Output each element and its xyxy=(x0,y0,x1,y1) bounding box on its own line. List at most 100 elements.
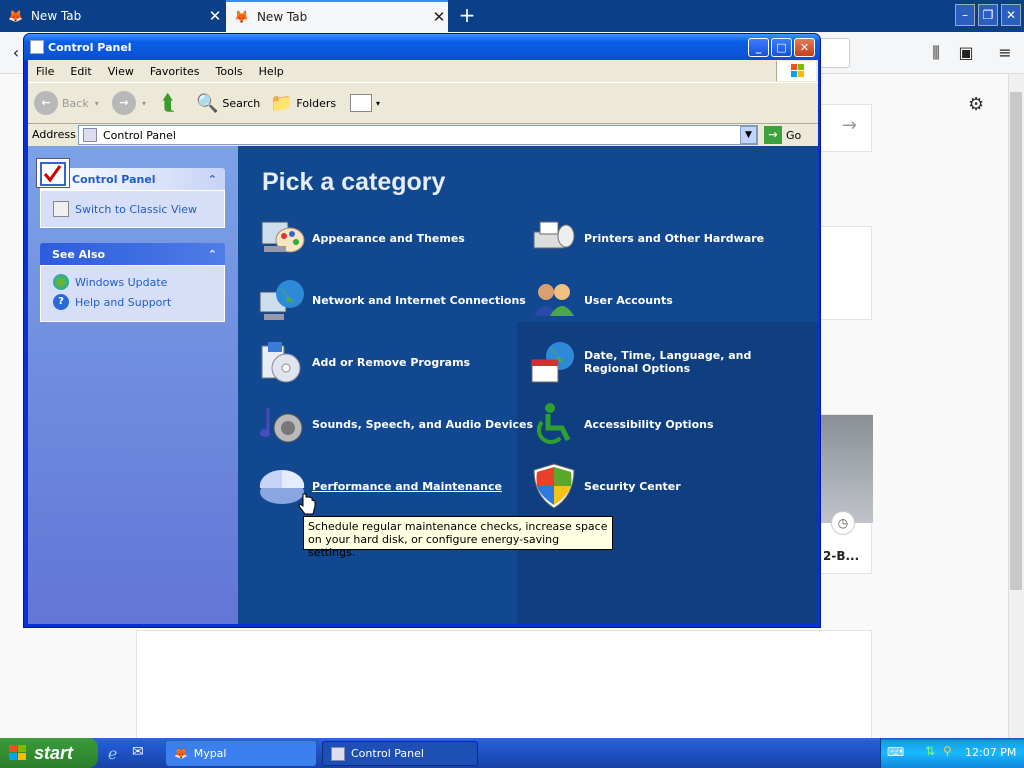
window-title-bar[interactable]: Control Panel xyxy=(24,34,820,60)
category-user-accounts[interactable]: User Accounts xyxy=(530,276,673,324)
library-icon[interactable]: ⫼ xyxy=(924,41,948,65)
menu-bar: File Edit View Favorites Tools Help xyxy=(28,60,818,82)
security-shield-icon xyxy=(530,462,578,510)
back-arrow-icon: ← xyxy=(34,91,58,115)
category-security-center[interactable]: Security Center xyxy=(530,462,681,510)
network-internet-icon xyxy=(258,276,306,324)
menu-file[interactable]: File xyxy=(28,65,62,78)
taskbar-item-label: Control Panel xyxy=(351,747,424,760)
forward-button[interactable]: → ▾ xyxy=(112,88,146,118)
close-button[interactable]: ✕ xyxy=(794,38,815,57)
up-folder-button[interactable]: ⮬ xyxy=(162,88,175,118)
address-dropdown-icon[interactable]: ▼ xyxy=(740,126,757,144)
category-add-remove-programs[interactable]: Add or Remove Programs xyxy=(258,338,470,386)
menu-edit[interactable]: Edit xyxy=(62,65,99,78)
sounds-audio-label: Sounds, Speech, and Audio Devices xyxy=(312,417,534,431)
menu-tools[interactable]: Tools xyxy=(208,65,251,78)
category-printers-hardware[interactable]: Printers and Other Hardware xyxy=(530,214,764,262)
search-label: Search xyxy=(222,96,261,110)
address-value: Control Panel xyxy=(103,128,176,142)
mypal-icon: 🦊 xyxy=(174,747,188,760)
search-button[interactable]: 🔍 Search xyxy=(196,88,260,118)
menu-favorites[interactable]: Favorites xyxy=(142,65,208,78)
category-network-internet[interactable]: Network and Internet Connections xyxy=(258,276,526,324)
new-tab-button[interactable]: + xyxy=(456,4,478,26)
maximize-button[interactable]: □ xyxy=(771,38,792,57)
search-icon: 🔍 xyxy=(196,92,219,114)
menu-help[interactable]: Help xyxy=(251,65,292,78)
chevron-down-icon: ▾ xyxy=(94,98,99,108)
see-also-header[interactable]: See Also ⌃ xyxy=(40,243,225,265)
appearance-themes-label: Appearance and Themes xyxy=(312,231,465,245)
task-box-body: Switch to Classic View xyxy=(40,190,225,228)
folders-button[interactable]: 📁 Folders xyxy=(270,88,336,118)
taskbar xyxy=(0,738,1024,768)
browser-scrollbar-thumb[interactable] xyxy=(1010,92,1022,590)
sounds-audio-icon xyxy=(258,400,306,448)
printers-hardware-label: Printers and Other Hardware xyxy=(584,231,765,245)
windows-update-link[interactable]: Windows Update xyxy=(41,272,224,292)
category-accessibility-options[interactable]: Accessibility Options xyxy=(530,400,714,448)
see-also-body: Windows Update ? Help and Support xyxy=(40,265,225,322)
category-appearance-themes[interactable]: Appearance and Themes xyxy=(258,214,465,262)
taskbar-item-mypal[interactable]: 🦊 Mypal xyxy=(166,741,316,766)
switch-classic-view-label: Switch to Classic View xyxy=(75,202,198,216)
task-box-title: Control Panel xyxy=(72,172,156,186)
category-sounds-speech-audio[interactable]: Sounds, Speech, and Audio Devices xyxy=(258,400,533,448)
hand-cursor-icon xyxy=(298,492,316,519)
globe-icon xyxy=(53,274,69,290)
menu-icon[interactable]: ≡ xyxy=(993,41,1017,65)
category-date-time-language[interactable]: Date, Time, Language, and Regional Optio… xyxy=(530,338,800,386)
browser-minimize-button[interactable]: – xyxy=(955,4,975,26)
keyboard-icon[interactable]: ⌨ xyxy=(887,745,904,759)
go-button[interactable]: → Go xyxy=(764,126,801,144)
sidebar-icon[interactable]: ▣ xyxy=(954,41,978,65)
top-site-tile[interactable] xyxy=(820,226,872,320)
collapse-chevron-icon[interactable]: ⌃ xyxy=(208,173,217,186)
browser-tab-active[interactable]: 🦊 New Tab ✕ xyxy=(226,0,448,32)
switch-classic-view-link[interactable]: Switch to Classic View xyxy=(41,199,224,219)
outlook-express-icon[interactable]: ✉ xyxy=(132,744,144,760)
close-tab-icon[interactable]: ✕ xyxy=(430,8,448,26)
back-button[interactable]: ← Back ▾ xyxy=(34,88,99,118)
network-icon[interactable]: ⇅ xyxy=(925,744,935,758)
views-icon xyxy=(350,94,372,112)
accessibility-icon xyxy=(530,400,578,448)
add-remove-programs-label: Add or Remove Programs xyxy=(312,355,471,369)
add-remove-programs-icon xyxy=(258,338,306,386)
menu-view[interactable]: View xyxy=(100,65,142,78)
internet-explorer-icon[interactable]: ℯ xyxy=(108,744,117,763)
browser-restore-button[interactable]: ❐ xyxy=(978,4,998,26)
address-field[interactable]: Control Panel xyxy=(78,125,758,145)
browser-close-button[interactable]: ✕ xyxy=(1001,4,1021,26)
chevron-down-icon: ▾ xyxy=(376,98,381,108)
highlight-title: 2-B... xyxy=(823,549,860,563)
settings-gear-icon[interactable]: ⚙ xyxy=(968,94,984,115)
minimize-button[interactable]: _ xyxy=(748,38,769,57)
taskbar-item-label: Mypal xyxy=(193,747,227,760)
collapse-chevron-icon[interactable]: ⌃ xyxy=(208,248,217,261)
printers-hardware-icon xyxy=(530,214,578,262)
windows-flag-icon xyxy=(9,745,26,760)
taskbar-item-control-panel[interactable]: Control Panel xyxy=(322,741,478,766)
performance-maintenance-label: Performance and Maintenance xyxy=(312,479,502,493)
chevron-down-icon: ▾ xyxy=(142,98,147,108)
folders-label: Folders xyxy=(296,96,337,110)
control-panel-checklist-icon xyxy=(36,158,70,188)
date-time-language-icon xyxy=(530,338,578,386)
category-performance-maintenance[interactable]: Performance and Maintenance xyxy=(258,462,502,510)
start-button[interactable]: start xyxy=(0,738,98,768)
views-button[interactable]: ▾ xyxy=(350,88,380,118)
control-panel-icon xyxy=(30,40,44,54)
user-accounts-label: User Accounts xyxy=(584,293,673,307)
windows-update-label: Windows Update xyxy=(75,275,168,289)
network-internet-label: Network and Internet Connections xyxy=(312,293,526,307)
highlight-card[interactable]: ◷ 2-B... xyxy=(820,414,873,574)
close-tab-icon[interactable]: ✕ xyxy=(206,7,224,25)
system-tray: ⌨ ⇅ ⚲ 12:07 PM xyxy=(880,738,1024,768)
search-tray-icon[interactable]: ⚲ xyxy=(943,744,952,758)
search-go-arrow-icon[interactable]: → xyxy=(820,104,872,152)
browser-tab[interactable]: 🦊 New Tab ✕ xyxy=(0,0,224,32)
clock-icon: ◷ xyxy=(831,511,855,535)
help-support-link[interactable]: ? Help and Support xyxy=(41,292,224,312)
